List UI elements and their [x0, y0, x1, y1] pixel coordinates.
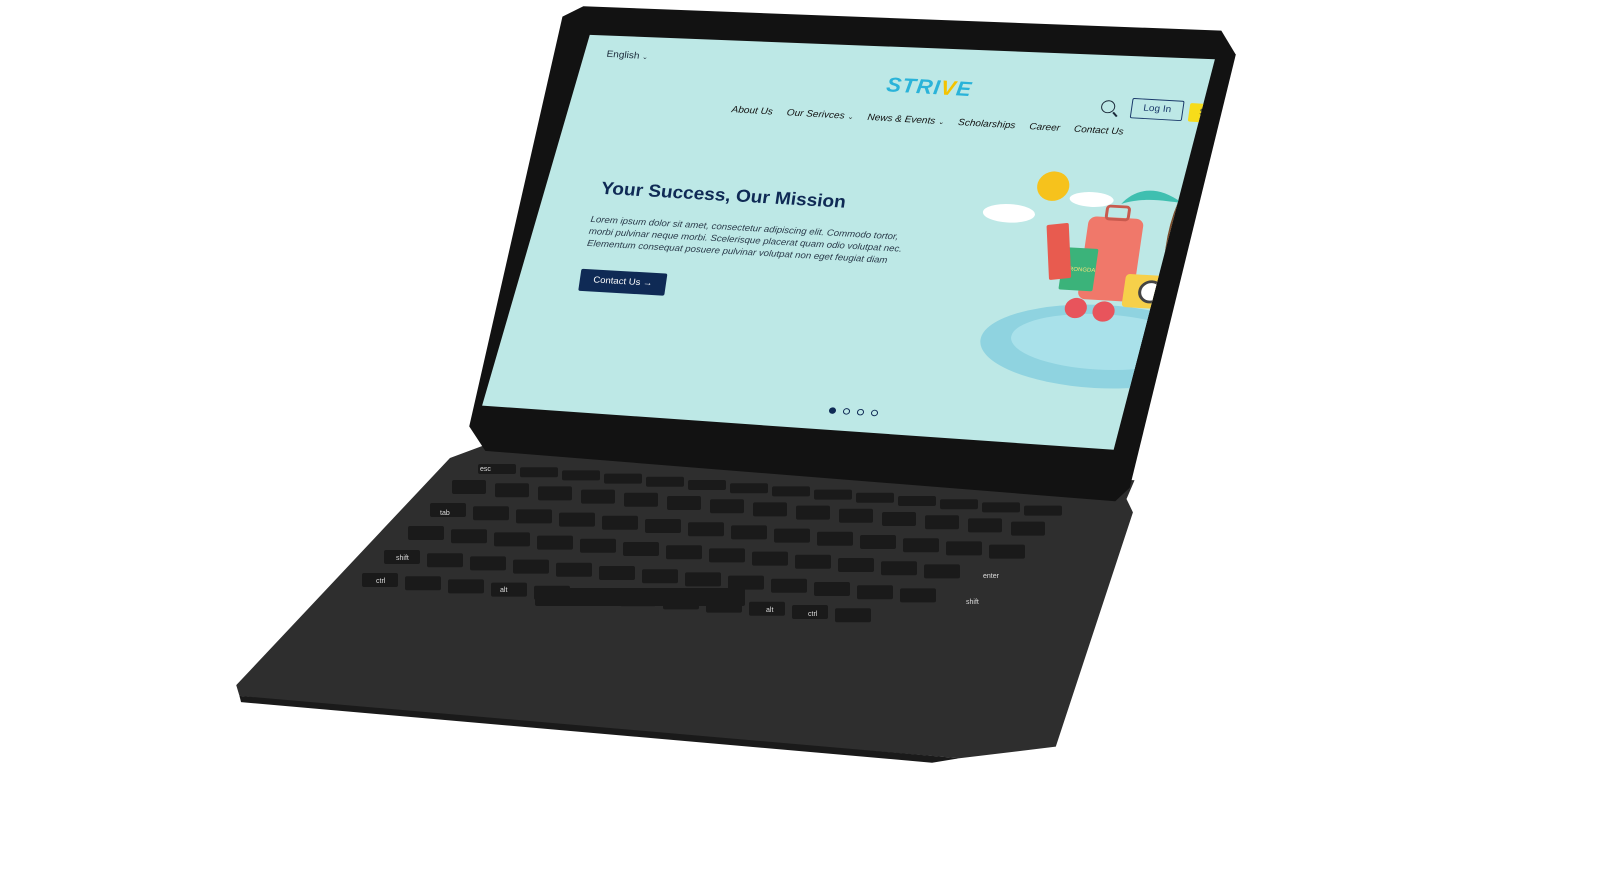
language-selector[interactable]: English ⌄ — [606, 49, 649, 61]
nav-label: About Us — [730, 104, 774, 118]
carousel-indicators — [828, 407, 879, 417]
keyboard-key — [580, 538, 616, 553]
nav-label: Career — [1028, 121, 1061, 134]
keyboard-key — [623, 542, 659, 556]
chevron-down-icon: ⌄ — [847, 113, 854, 121]
main-nav: About Us Our Serivces ⌄ News & Events ⌄ Sc… — [731, 105, 1124, 137]
contact-us-button[interactable]: Contact Us → — [578, 268, 668, 296]
nav-item-about-us[interactable]: About Us — [731, 105, 774, 117]
keyboard-key — [405, 576, 441, 591]
keyboard-key — [491, 582, 527, 597]
keyboard-key — [924, 564, 960, 579]
keyboard-key — [645, 519, 681, 533]
nav-item-our-services[interactable]: Our Serivces ⌄ — [786, 108, 854, 122]
keyboard-key — [835, 608, 871, 623]
spacebar-key — [535, 588, 745, 606]
keyboard-key — [946, 541, 982, 556]
key-ctrl-right: ctrl — [808, 611, 818, 618]
keyboard-key — [448, 579, 484, 594]
keyboard-key — [685, 572, 721, 587]
key-alt-left: alt — [500, 587, 507, 594]
ticket-icon — [1046, 222, 1072, 280]
keyboard-key — [795, 554, 831, 569]
nav-item-scholarships[interactable]: Scholarships — [957, 118, 1016, 131]
keyboard-key — [860, 535, 896, 549]
arrow-right-icon: → — [642, 277, 654, 289]
keyboard-key — [838, 558, 874, 572]
keyboard-key — [881, 561, 917, 576]
laptop-lid: English ⌄ STRIVE Log In Sign Up About Us… — [0, 0, 1607, 520]
keyboard-key — [857, 585, 893, 600]
keyboard-key — [642, 569, 678, 584]
key-ctrl-left: ctrl — [376, 578, 386, 585]
key-shift-left: shift — [396, 555, 409, 562]
keyboard-key — [731, 525, 767, 540]
nav-item-career[interactable]: Career — [1029, 122, 1061, 134]
cloud-icon — [982, 204, 1035, 223]
logo-text-prefix: STRI — [884, 72, 943, 99]
scene: esc tab shift ctrl alt enter shift ctrl … — [0, 0, 1607, 891]
chevron-down-icon: ⌄ — [937, 118, 945, 126]
keyboard-key — [728, 575, 764, 590]
keyboard-key — [1011, 521, 1045, 536]
keyboard-key — [537, 535, 573, 550]
carousel-dot[interactable] — [842, 407, 851, 415]
keyboard-key — [408, 526, 444, 540]
key-shift-right: shift — [966, 599, 979, 606]
carousel-dot[interactable] — [870, 409, 879, 417]
hero-description: Lorem ipsum dolor sit amet, consectetur … — [586, 214, 903, 266]
travel-illustration: TRONGDA — [980, 171, 1215, 389]
cloud-icon — [1069, 192, 1114, 207]
keyboard-key — [771, 578, 807, 593]
keyboard-key — [903, 538, 939, 553]
cta-label: Contact Us — [592, 275, 642, 288]
keyboard-key — [470, 556, 506, 571]
login-button[interactable]: Log In — [1129, 97, 1185, 122]
keyboard-key — [556, 562, 592, 577]
site-logo[interactable]: STRIVE — [885, 73, 974, 102]
keyboard-key — [900, 588, 936, 603]
keyboard-key — [688, 522, 724, 537]
keyboard-key — [814, 582, 850, 596]
key-enter: enter — [983, 573, 1000, 580]
key-alt-right: alt — [766, 607, 773, 614]
nav-label: Our Serivces — [786, 107, 846, 122]
keyboard-key — [709, 548, 745, 563]
carousel-dot[interactable] — [828, 407, 837, 415]
chevron-down-icon: ⌄ — [641, 54, 649, 61]
search-icon[interactable] — [1100, 99, 1117, 114]
keyboard-key — [968, 518, 1002, 533]
keyboard-key — [752, 551, 788, 566]
keyboard-key — [666, 545, 702, 560]
nav-item-contact-us[interactable]: Contact Us — [1073, 124, 1124, 137]
keyboard-key — [513, 559, 549, 574]
keyboard-key — [989, 544, 1025, 559]
keyboard-key — [427, 553, 463, 568]
keyboard-key — [494, 532, 530, 547]
keyboard-key — [451, 529, 487, 544]
keyboard-key — [599, 566, 635, 580]
sun-icon — [1037, 171, 1070, 201]
hero-title: Your Success, Our Mission — [599, 179, 848, 213]
nav-item-news-events[interactable]: News & Events ⌄ — [867, 113, 945, 127]
carousel-dot[interactable] — [856, 408, 865, 416]
language-label: English — [605, 49, 641, 62]
keyboard-key — [774, 528, 810, 543]
nav-label: News & Events — [866, 112, 936, 127]
nav-label: Scholarships — [957, 117, 1017, 132]
website: English ⌄ STRIVE Log In Sign Up About Us… — [536, 35, 1215, 450]
keyboard-key — [817, 531, 853, 546]
nav-label: Contact Us — [1073, 124, 1125, 138]
logo-text-suffix: E — [954, 76, 974, 101]
